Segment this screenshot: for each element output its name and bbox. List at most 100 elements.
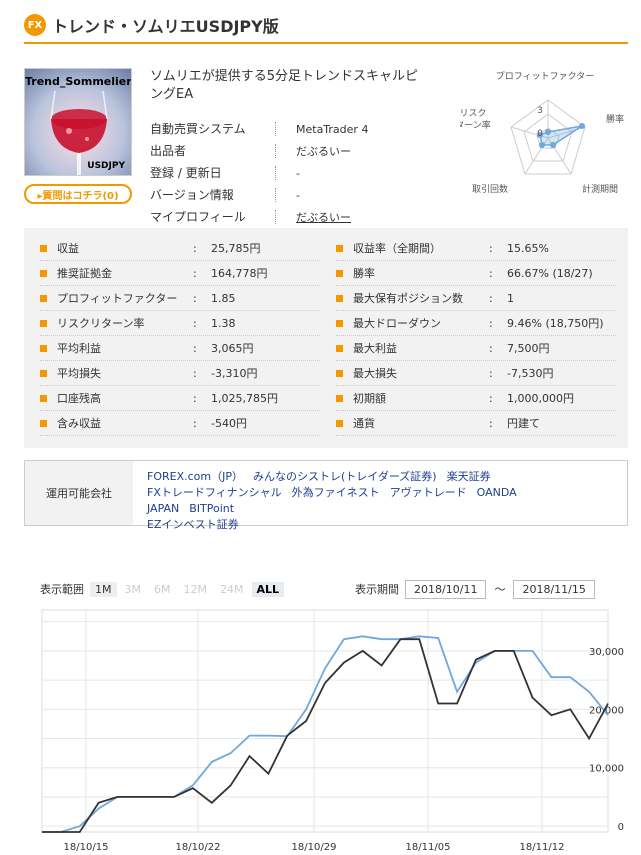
bullet-icon (40, 344, 47, 352)
period-label: 表示期間 (355, 583, 400, 596)
bullet-icon (40, 269, 47, 277)
stat-row: 勝率:66.67% (18/27) (336, 261, 616, 286)
stat-row: 平均損失: -3,310円 (40, 361, 320, 386)
stat-row: 最大ドローダウン: 9.46% (18,750円) (336, 311, 616, 336)
stat-value: 1 (507, 291, 514, 305)
info-value: MetaTrader 4 (296, 122, 369, 136)
radar-label-trades: 取引回数 (472, 183, 508, 195)
stat-label: 初期額 (353, 392, 386, 405)
stat-colon: : (193, 266, 197, 280)
stat-row: 初期額: 1,000,000円 (336, 386, 616, 411)
range-button-1m[interactable]: 1M (90, 581, 117, 597)
date-from-input[interactable]: 2018/10/11 (405, 579, 487, 599)
bullet-icon (336, 419, 343, 427)
brokers-list: FOREX.com（JP） みんなのシストレ(トレイダーズ証券) 楽天証券 FXトレ… (133, 461, 627, 531)
stat-label: リスクリターン率 (57, 317, 145, 330)
date-to-input[interactable]: 2018/11/15 (513, 579, 595, 599)
stat-value: 円建て (507, 417, 540, 430)
range-button-3m[interactable]: 3M (120, 582, 147, 597)
stat-label: 通貨 (353, 417, 375, 430)
bullet-icon (336, 394, 343, 402)
stat-label: 最大利益 (353, 342, 397, 355)
range-button-24m[interactable]: 24M (215, 582, 249, 597)
page-title: トレンド・ソムリエUSDJPY版 (52, 17, 279, 36)
range-button-6m[interactable]: 6M (149, 582, 176, 597)
equity-chart: 010,00020,00030,00018/10/15 18/10/22 18/10… (41, 609, 624, 853)
stat-label: 口座残高 (57, 392, 101, 405)
broker-link[interactable]: FOREX.com（JP） (147, 470, 243, 483)
info-row-profile: マイプロフィール だぶるいー (150, 206, 440, 228)
bullet-icon (336, 344, 343, 352)
stat-label: 最大保有ポジション数 (353, 292, 463, 305)
stat-colon: : (193, 241, 197, 255)
stat-colon: : (489, 366, 493, 380)
page-header: FX トレンド・ソムリエUSDJPY版 (24, 8, 628, 44)
info-value: だぶるいー (296, 145, 351, 158)
stats-column-right: 収益率（全期間）:15.65% 勝率:66.67% (18/27) 最大保有ポジ… (336, 236, 616, 436)
product-thumbnail[interactable]: Trend_Sommelier USDJPY (24, 68, 132, 176)
stat-label: 推奨証拠金 (57, 267, 112, 280)
stat-colon: : (489, 391, 493, 405)
stat-value: 1.85 (211, 291, 236, 305)
stat-row: 平均利益: 3,065円 (40, 336, 320, 361)
stat-value: 25,785円 (211, 242, 261, 255)
stat-value: 1,000,000円 (507, 392, 574, 405)
product-description: ソムリエが提供する5分足トレンドスキャルピングEA (150, 69, 419, 102)
thumbnail-subtitle: USDJPY (87, 161, 125, 171)
stat-value: 15.65% (507, 241, 549, 255)
stat-label: 収益率（全期間） (353, 242, 441, 255)
brokers-label: 運用可能会社 (25, 461, 133, 525)
broker-link[interactable]: みんなのシストレ(トレイダーズ証券) (253, 470, 437, 483)
bullet-icon (336, 294, 343, 302)
stat-colon: : (193, 391, 197, 405)
stat-row: リスクリターン率:1.38 (40, 311, 320, 336)
date-separator: ～ (494, 583, 506, 596)
stat-label: 収益 (57, 242, 79, 255)
bullet-icon (336, 319, 343, 327)
info-value: - (296, 166, 300, 180)
info-label: 出品者 (150, 144, 276, 158)
broker-link[interactable]: BITPoint (189, 502, 234, 515)
question-button[interactable]: ▸質問はコチラ(0) (24, 184, 132, 204)
info-label: バージョン情報 (150, 188, 276, 202)
stat-label: 含み収益 (57, 417, 101, 430)
fx-badge-icon: FX (24, 14, 46, 36)
stat-label: 勝率 (353, 267, 375, 280)
chart-plot-area (41, 609, 609, 833)
range-button-12m[interactable]: 12M (179, 582, 213, 597)
stat-label: 最大ドローダウン (353, 317, 441, 330)
radar-point (545, 129, 551, 135)
stat-value: -540円 (211, 417, 247, 430)
broker-link[interactable]: FXトレードフィナンシャル (147, 486, 282, 499)
info-row-version: バージョン情報 - (150, 184, 440, 206)
stat-value: 164,778円 (211, 267, 268, 280)
brokers-line: EZインベスト証券 (147, 517, 613, 533)
radar-label-winrate: 勝率 (606, 113, 624, 125)
radar-tick-0: 0 (537, 129, 543, 139)
chart-x-tick-label: 18/10/15 (64, 842, 109, 853)
stat-row: 最大損失: -7,530円 (336, 361, 616, 386)
chart-x-tick-label: 18/11/05 (406, 842, 451, 853)
stat-colon: : (193, 366, 197, 380)
bullet-icon (40, 319, 47, 327)
broker-link[interactable]: 外為ファイネスト (292, 486, 380, 499)
radar-label-pf: プロフィットファクター (496, 71, 594, 82)
broker-link[interactable]: 楽天証券 (447, 470, 491, 483)
broker-link[interactable]: アヴァトレード (390, 486, 467, 499)
info-row-seller: 出品者 だぶるいー (150, 140, 440, 162)
range-button-all[interactable]: ALL (251, 581, 285, 597)
brokers-line: FXトレードフィナンシャル 外為ファイネスト アヴァトレード OANDA JAPAN B… (147, 485, 613, 517)
info-row-system: 自動売買システム MetaTrader 4 (150, 118, 440, 140)
range-selector: 表示範囲 1M 3M 6M 12M 24M ALL 表示期間 2018/10/1… (40, 578, 630, 600)
stat-row: 口座残高: 1,025,785円 (40, 386, 320, 411)
info-label: マイプロフィール (150, 210, 276, 224)
radar-label-period: 計測期間 (582, 183, 618, 195)
profile-link[interactable]: だぶるいー (276, 209, 351, 225)
chart-x-tick-label: 18/10/29 (292, 842, 337, 853)
stat-value: 66.67% (18/27) (507, 266, 593, 280)
stat-label: 平均損失 (57, 367, 101, 380)
stat-row: 最大利益: 7,500円 (336, 336, 616, 361)
stat-colon: : (489, 416, 493, 430)
brokers-line: FOREX.com（JP） みんなのシストレ(トレイダーズ証券) 楽天証券 (147, 469, 613, 485)
broker-link[interactable]: EZインベスト証券 (147, 518, 239, 531)
